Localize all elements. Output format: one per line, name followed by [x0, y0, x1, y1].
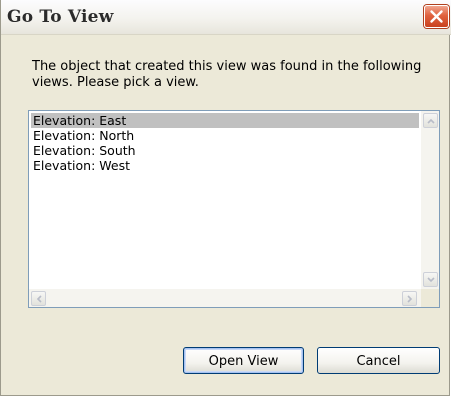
list-item-elevation-west[interactable]: Elevation: West [31, 158, 419, 173]
vertical-scrollbar[interactable] [421, 111, 439, 289]
arrow-down-icon [427, 277, 435, 283]
views-listbox[interactable]: Elevation: East Elevation: North Elevati… [28, 110, 440, 308]
title-bar[interactable]: Go To View [1, 0, 451, 35]
open-view-button[interactable]: Open View [183, 347, 304, 374]
scroll-left-button[interactable] [31, 291, 46, 306]
scroll-down-button[interactable] [423, 272, 438, 287]
scroll-right-button[interactable] [402, 291, 417, 306]
close-icon [430, 10, 443, 23]
close-button[interactable] [424, 5, 449, 28]
instruction-text: The object that created this view was fo… [32, 59, 422, 90]
horizontal-scrollbar[interactable] [29, 289, 421, 307]
go-to-view-dialog: Go To View The object that created this … [0, 0, 451, 396]
list-item-elevation-south[interactable]: Elevation: South [31, 143, 419, 158]
scrollbar-corner [421, 289, 439, 307]
dialog-title: Go To View [7, 7, 114, 27]
arrow-left-icon [36, 295, 42, 303]
scroll-up-button[interactable] [423, 113, 438, 128]
list-item-elevation-east[interactable]: Elevation: East [31, 113, 419, 128]
arrow-up-icon [427, 118, 435, 124]
list-item-elevation-north[interactable]: Elevation: North [31, 128, 419, 143]
arrow-right-icon [407, 295, 413, 303]
cancel-button[interactable]: Cancel [317, 347, 440, 374]
